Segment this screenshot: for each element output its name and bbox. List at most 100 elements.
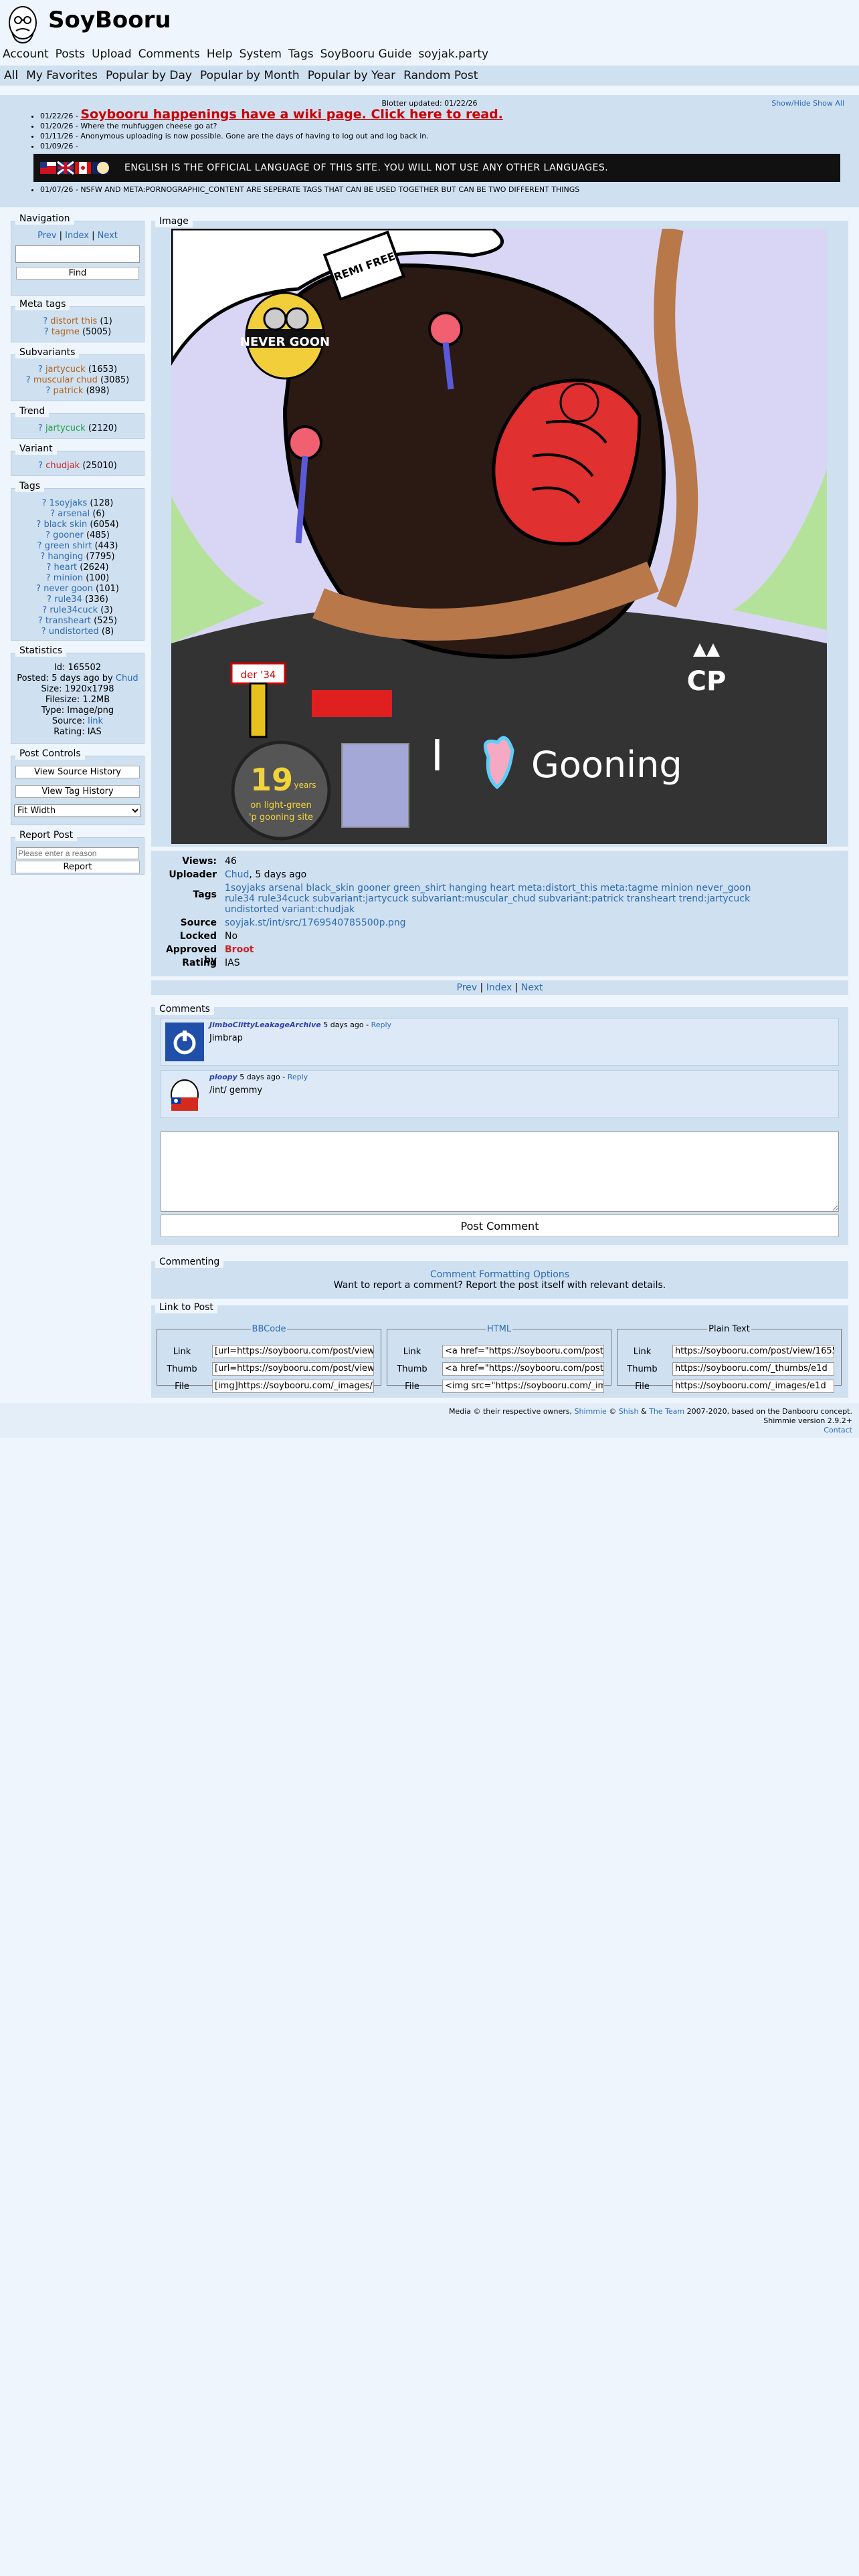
comment-formatting-link[interactable]: Comment Formatting Options bbox=[151, 1261, 848, 1280]
subnav-popular-year[interactable]: Popular by Year bbox=[308, 69, 395, 82]
fit-select[interactable]: Fit Width bbox=[14, 804, 141, 817]
nav-tags[interactable]: Tags bbox=[288, 47, 314, 61]
html-file-input[interactable]: <img src="https://soybooru.com/_images/e… bbox=[442, 1380, 604, 1393]
tag-help-link[interactable]: ? bbox=[36, 584, 41, 594]
nav-guide[interactable]: SoyBooru Guide bbox=[320, 47, 412, 61]
source-link[interactable]: link bbox=[88, 716, 103, 726]
tag-link[interactable]: green shirt bbox=[45, 541, 92, 551]
search-input[interactable] bbox=[15, 245, 140, 263]
plain-thumb-input[interactable]: https://soybooru.com/_thumbs/e1d bbox=[672, 1362, 834, 1376]
shish-link[interactable]: Shish bbox=[619, 1407, 639, 1416]
tag-link[interactable]: patrick bbox=[53, 386, 83, 396]
tag-link[interactable]: chudjak bbox=[45, 461, 80, 471]
nav-upload[interactable]: Upload bbox=[92, 47, 132, 61]
shimmie-link[interactable]: Shimmie bbox=[575, 1407, 607, 1416]
tag-help-link[interactable]: ? bbox=[43, 316, 47, 326]
tag-link[interactable]: hanging bbox=[47, 552, 83, 562]
site-logo[interactable] bbox=[1, 3, 44, 45]
tag-help-link[interactable]: ? bbox=[45, 530, 50, 540]
nav-account[interactable]: Account bbox=[3, 47, 49, 61]
subnav-favorites[interactable]: My Favorites bbox=[26, 69, 98, 82]
uploader-link[interactable]: Chud bbox=[225, 869, 249, 880]
tag-link[interactable]: jartycuck bbox=[45, 423, 86, 433]
comment-user[interactable]: JimboClittyLeakageArchive bbox=[209, 1021, 321, 1029]
tag-link[interactable]: transheart bbox=[45, 616, 91, 626]
tag-help-link[interactable]: ? bbox=[42, 498, 47, 508]
nav-comments[interactable]: Comments bbox=[138, 47, 200, 61]
tags-value[interactable]: 1soyjaks arsenal black_skin gooner green… bbox=[225, 883, 773, 915]
tag-help-link[interactable]: ? bbox=[45, 386, 50, 396]
subnav-all[interactable]: All bbox=[4, 69, 18, 82]
source-value[interactable]: soyjak.st/int/src/1769540785500p.png bbox=[225, 918, 840, 928]
comment-textarea[interactable] bbox=[161, 1132, 839, 1212]
bbcode-file-input[interactable]: [img]https://soybooru.com/_images/e1d bbox=[212, 1380, 374, 1393]
tag-link[interactable]: jartycuck bbox=[45, 364, 86, 374]
comment-user[interactable]: ploopy bbox=[209, 1073, 237, 1081]
avatar[interactable] bbox=[165, 1023, 204, 1061]
tag-help-link[interactable]: ? bbox=[41, 627, 46, 637]
tag-link[interactable]: heart bbox=[54, 562, 78, 572]
poster-link[interactable]: Chud bbox=[116, 673, 138, 683]
wiki-link[interactable]: Soybooru happenings have a wiki page. Cl… bbox=[80, 107, 503, 122]
tag-link[interactable]: tagme bbox=[52, 327, 80, 337]
nav-system[interactable]: System bbox=[240, 47, 282, 61]
subnav-popular-month[interactable]: Popular by Month bbox=[200, 69, 300, 82]
paginator-prev[interactable]: Prev bbox=[457, 982, 478, 993]
post-image[interactable]: NEVER GOON REMI FREE der '34 19 years on… bbox=[171, 229, 827, 844]
report-button[interactable]: Report bbox=[15, 861, 140, 873]
tag-help-link[interactable]: ? bbox=[47, 595, 52, 605]
tag-help-link[interactable]: ? bbox=[50, 509, 55, 519]
tag-help-link[interactable]: ? bbox=[40, 552, 45, 562]
bbcode-thumb-input[interactable]: [url=https://soybooru.com/post/view/1655… bbox=[212, 1362, 374, 1376]
tag-link[interactable]: rule34 bbox=[54, 595, 82, 605]
html-link-input[interactable]: <a href="https://soybooru.com/post/view/… bbox=[442, 1345, 604, 1358]
view-source-history-button[interactable]: View Source History bbox=[15, 766, 140, 778]
tag-link[interactable]: never goon bbox=[43, 584, 93, 594]
tag-help-link[interactable]: ? bbox=[38, 616, 43, 626]
tag-help-link[interactable]: ? bbox=[46, 573, 51, 583]
html-thumb-input[interactable]: <a href="https://soybooru.com/post/view/… bbox=[442, 1362, 604, 1376]
avatar[interactable] bbox=[165, 1075, 204, 1113]
subnav-random-post[interactable]: Random Post bbox=[403, 69, 478, 82]
tag-link[interactable]: gooner bbox=[53, 530, 84, 540]
nav-prev-link[interactable]: Prev bbox=[37, 231, 56, 241]
team-link[interactable]: The Team bbox=[649, 1407, 684, 1416]
nav-soyjak-party[interactable]: soyjak.party bbox=[418, 47, 488, 61]
report-reason-input[interactable] bbox=[16, 847, 139, 859]
tag-help-link[interactable]: ? bbox=[38, 364, 43, 374]
view-tag-history-button[interactable]: View Tag History bbox=[15, 785, 140, 798]
plain-link-input[interactable]: https://soybooru.com/post/view/165502 bbox=[672, 1345, 834, 1358]
nav-next-link[interactable]: Next bbox=[98, 231, 118, 241]
bbcode-link-input[interactable]: [url=https://soybooru.com/post/view/1655… bbox=[212, 1345, 374, 1358]
tag-help-link[interactable]: ? bbox=[42, 605, 47, 615]
tag-link[interactable]: rule34cuck bbox=[50, 605, 98, 615]
tag-help-link[interactable]: ? bbox=[38, 461, 43, 471]
reply-link[interactable]: Reply bbox=[371, 1021, 391, 1029]
tag-link[interactable]: distort this bbox=[50, 316, 97, 326]
tag-help-link[interactable]: ? bbox=[37, 541, 42, 551]
plain-file-input[interactable]: https://soybooru.com/_images/e1d bbox=[672, 1380, 834, 1393]
subnav-popular-day[interactable]: Popular by Day bbox=[106, 69, 192, 82]
nav-posts[interactable]: Posts bbox=[56, 47, 85, 61]
reply-link[interactable]: Reply bbox=[288, 1073, 308, 1081]
contact-link[interactable]: Contact bbox=[824, 1426, 852, 1434]
paginator-index[interactable]: Index bbox=[486, 982, 512, 993]
tag-link[interactable]: undistorted bbox=[49, 627, 99, 637]
tag-link[interactable]: arsenal bbox=[58, 509, 90, 519]
tag-help-link[interactable]: ? bbox=[46, 562, 51, 572]
blotter-toggle[interactable]: Show/Hide Show All bbox=[771, 99, 844, 108]
tag-link[interactable]: minion bbox=[54, 573, 83, 583]
nav-help[interactable]: Help bbox=[207, 47, 233, 61]
tag-help-link[interactable]: ? bbox=[38, 423, 43, 433]
find-button[interactable]: Find bbox=[16, 267, 139, 280]
tag-help-link[interactable]: ? bbox=[44, 327, 49, 337]
paginator-next[interactable]: Next bbox=[521, 982, 543, 993]
site-title[interactable]: SoyBooru bbox=[48, 7, 171, 33]
tag-help-link[interactable]: ? bbox=[26, 375, 31, 385]
tag-help-link[interactable]: ? bbox=[36, 520, 41, 530]
post-comment-button[interactable]: Post Comment bbox=[161, 1214, 839, 1237]
nav-index-link[interactable]: Index bbox=[65, 231, 89, 241]
tag-link[interactable]: 1soyjaks bbox=[50, 498, 88, 508]
tag-link[interactable]: black skin bbox=[43, 520, 87, 530]
tag-link[interactable]: muscular chud bbox=[33, 375, 98, 385]
